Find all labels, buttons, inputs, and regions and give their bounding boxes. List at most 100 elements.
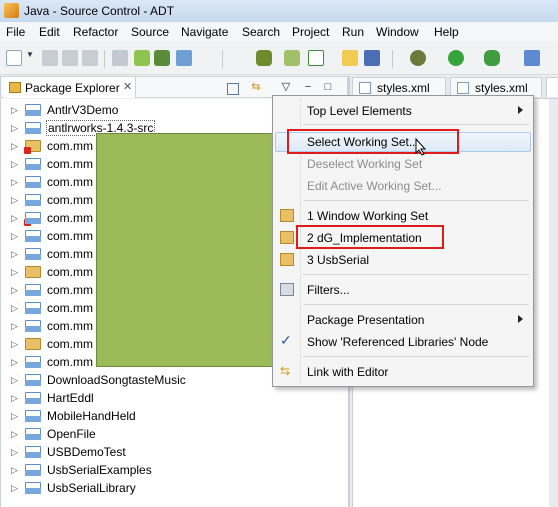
menu-item-label: 3 UsbSerial <box>307 253 370 267</box>
android-sdk-manager-icon[interactable] <box>134 50 150 66</box>
android-xml-icon[interactable] <box>284 50 300 66</box>
expand-twistie-icon[interactable]: ▷ <box>11 447 18 458</box>
tree-item[interactable]: ▷ MobileHandHeld <box>1 407 331 425</box>
tree-item[interactable]: ▷ HartEddl <box>1 389 331 407</box>
expand-twistie-icon[interactable]: ▷ <box>11 393 18 404</box>
expand-twistie-icon[interactable]: ▷ <box>11 267 18 278</box>
tree-item-label: HartEddl <box>47 391 94 405</box>
tree-item-label: com.mm <box>47 193 93 207</box>
expand-twistie-icon[interactable]: ▷ <box>11 303 18 314</box>
expand-twistie-icon[interactable]: ▷ <box>11 429 18 440</box>
expand-twistie-icon[interactable]: ▷ <box>11 285 18 296</box>
editor-tab-label: styles.xml <box>377 81 430 95</box>
new-android-project-icon[interactable] <box>342 50 358 66</box>
expand-twistie-icon[interactable]: ▷ <box>11 465 18 476</box>
menu-item-usbserial[interactable]: 3 UsbSerial <box>275 250 531 270</box>
menu-item-show-referenced-libraries[interactable]: ✓ Show 'Referenced Libraries' Node <box>275 332 531 352</box>
tree-item-label: com.mm <box>47 283 93 297</box>
tree-item-label: com.mm <box>47 157 93 171</box>
menu-item-link-with-editor[interactable]: ⇆ Link with Editor <box>275 362 531 382</box>
package-explorer-icon <box>9 82 21 93</box>
java-project-icon <box>25 392 41 404</box>
menu-search[interactable]: Search <box>242 25 280 39</box>
menu-file[interactable]: File <box>6 25 25 39</box>
expand-twistie-icon[interactable]: ▷ <box>11 177 18 188</box>
tree-item-label: UsbSerialLibrary <box>47 481 136 495</box>
new-icon[interactable] <box>6 50 22 66</box>
expand-twistie-icon[interactable]: ▷ <box>11 105 18 116</box>
expand-twistie-icon[interactable]: ▷ <box>11 357 18 368</box>
menu-item-window-working-set[interactable]: 1 Window Working Set <box>275 206 531 226</box>
menu-source[interactable]: Source <box>131 25 169 39</box>
menu-separator <box>303 274 529 275</box>
menu-item-top-level-elements[interactable]: Top Level Elements <box>275 101 531 121</box>
close-icon[interactable]: ✕ <box>123 80 132 93</box>
window-title: Java - Source Control - ADT <box>24 4 175 18</box>
menu-navigate[interactable]: Navigate <box>181 25 228 39</box>
expand-twistie-icon[interactable]: ▷ <box>11 231 18 242</box>
menu-edit[interactable]: Edit <box>39 25 60 39</box>
minimize-icon[interactable]: − <box>301 81 315 94</box>
folder-icon <box>25 266 41 278</box>
save-icon[interactable] <box>42 50 58 66</box>
maximize-icon[interactable]: □ <box>321 81 335 94</box>
menu-item-package-presentation[interactable]: Package Presentation <box>275 310 531 330</box>
menu-help[interactable]: Help <box>434 25 459 39</box>
tab-styles-xml-1[interactable]: styles.xml <box>352 77 446 97</box>
folder-icon <box>24 140 41 154</box>
editor-tab-label: styles.xml <box>475 81 528 95</box>
external-tools-icon[interactable] <box>484 50 500 66</box>
expand-twistie-icon[interactable]: ▷ <box>11 159 18 170</box>
expand-twistie-icon[interactable]: ▷ <box>11 123 18 134</box>
submenu-arrow-icon <box>518 315 523 323</box>
expand-twistie-icon[interactable]: ▷ <box>11 141 18 152</box>
working-set-icon <box>280 253 294 266</box>
tree-item-label: com.mm <box>47 319 93 333</box>
avd-manager-icon[interactable] <box>154 50 170 66</box>
menu-run[interactable]: Run <box>342 25 364 39</box>
android-sdk-icon[interactable] <box>112 50 128 66</box>
tree-item[interactable]: ▷ UsbSerialExamples <box>1 461 331 479</box>
debug-icon[interactable] <box>410 50 426 66</box>
java-project-icon <box>25 374 41 386</box>
expand-twistie-icon[interactable]: ▷ <box>11 321 18 332</box>
expand-twistie-icon[interactable]: ▷ <box>11 339 18 350</box>
menu-project[interactable]: Project <box>292 25 329 39</box>
tab-overflow[interactable] <box>546 77 558 97</box>
menu-item-label: Deselect Working Set <box>307 157 423 171</box>
view-menu-icon[interactable]: ▽ <box>279 81 293 94</box>
expand-twistie-icon[interactable]: ▷ <box>11 213 18 224</box>
tree-item[interactable]: ▷ OpenFile <box>1 425 331 443</box>
expand-twistie-icon[interactable]: ▷ <box>11 411 18 422</box>
tab-package-explorer[interactable]: Package Explorer ✕ <box>3 77 136 98</box>
working-set-icon <box>280 209 294 222</box>
collapse-all-icon[interactable] <box>227 83 239 95</box>
check-icon[interactable] <box>308 50 324 66</box>
menu-item-label: Package Presentation <box>307 313 425 327</box>
skip-breakpoints-icon[interactable] <box>364 50 380 66</box>
tree-item[interactable]: ▷ USBDemoTest <box>1 443 331 461</box>
print-icon[interactable] <box>82 50 98 66</box>
run-icon[interactable] <box>448 50 464 66</box>
save-all-icon[interactable] <box>62 50 78 66</box>
java-project-icon <box>25 104 41 116</box>
link-with-editor-icon[interactable]: ⇆ <box>249 81 263 94</box>
search-icon[interactable] <box>524 50 540 66</box>
menu-separator <box>303 124 529 125</box>
expand-twistie-icon[interactable]: ▷ <box>11 375 18 386</box>
menu-refactor[interactable]: Refactor <box>73 25 118 39</box>
tree-item-label: com.mm <box>47 355 93 369</box>
tab-styles-xml-2[interactable]: styles.xml <box>450 77 542 97</box>
expand-twistie-icon[interactable]: ▷ <box>11 483 18 494</box>
lint-icon[interactable] <box>176 50 192 66</box>
tree-item[interactable]: ▷ UsbSerialLibrary <box>1 479 331 497</box>
expand-twistie-icon[interactable]: ▷ <box>11 195 18 206</box>
menu-item-filters[interactable]: Filters... <box>275 280 531 300</box>
open-project-icon <box>25 320 41 332</box>
menu-window[interactable]: Window <box>376 25 419 39</box>
expand-twistie-icon[interactable]: ▷ <box>11 249 18 260</box>
menu-item-label: Filters... <box>307 283 350 297</box>
menu-item-edit-active-working-set: Edit Active Working Set... <box>275 176 531 196</box>
new-dropdown-icon[interactable]: ▼ <box>26 50 34 66</box>
run-android-icon[interactable] <box>256 50 272 66</box>
